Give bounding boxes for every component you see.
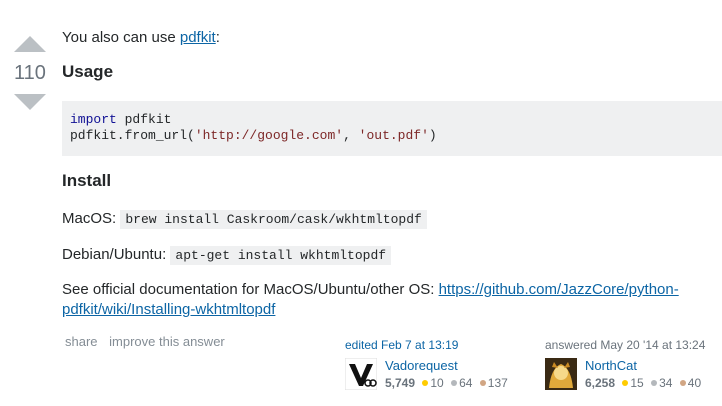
code-keyword: import (70, 112, 117, 127)
editor-username[interactable]: Vadorequest (385, 358, 458, 373)
gold-badge-count: 10 (430, 376, 444, 390)
macos-paragraph: MacOS: brew install Caskroom/cask/wkhtml… (62, 209, 427, 230)
vote-cell: 110 (8, 36, 52, 110)
code-text: pdfkit (116, 112, 172, 127)
code-string: 'http://google.com' (194, 128, 344, 143)
vote-count: 110 (14, 62, 46, 84)
silver-badge-icon (451, 380, 458, 386)
post-menu: share improve this answer (65, 334, 233, 349)
docs-paragraph: See official documentation for MacOS/Ubu… (62, 280, 679, 320)
reputation-score: 6,258 (585, 376, 616, 390)
reputation-score: 5,749 (385, 376, 416, 390)
silver-badge-count: 64 (459, 376, 473, 390)
code-line-1: import pdfkit (70, 112, 714, 128)
docs-link-continued[interactable]: pdfkit/wiki/Installing-wkhtmltopdf (62, 301, 275, 318)
intro-text: You also can use (62, 29, 180, 46)
author-signature: answered May 20 '14 at 13:24 NorthCat 6,… (545, 338, 715, 390)
downvote-arrow-icon[interactable] (14, 94, 46, 110)
gold-badge-count: 15 (630, 376, 644, 390)
usage-code-block: import pdfkit pdfkit.from_url('http://go… (62, 101, 722, 156)
answered-time: answered May 20 '14 at 13:24 (545, 338, 706, 352)
editor-avatar[interactable] (345, 358, 377, 390)
edited-time-link[interactable]: edited Feb 7 at 13:19 (345, 338, 515, 352)
upvote-arrow-icon[interactable] (14, 36, 46, 52)
install-heading: Install (62, 171, 112, 190)
code-text: , (343, 128, 359, 143)
debian-label: Debian/Ubuntu: (62, 246, 167, 263)
editor-reputation: 5,749 10 64 137 (385, 376, 508, 390)
usage-heading: Usage (62, 62, 114, 81)
debian-command: apt-get install wkhtmltopdf (170, 246, 392, 265)
author-username[interactable]: NorthCat (585, 358, 637, 373)
editor-signature: edited Feb 7 at 13:19 Vadorequest 5,749 … (345, 338, 515, 390)
silver-badge-count: 34 (659, 376, 673, 390)
improve-answer-link[interactable]: improve this answer (109, 334, 225, 349)
bronze-badge-count: 137 (487, 376, 508, 390)
bronze-badge-count: 40 (687, 376, 702, 390)
code-string: 'out.pdf' (358, 128, 429, 143)
pdfkit-link[interactable]: pdfkit (180, 29, 216, 46)
docs-link[interactable]: https://github.com/JazzCore/python- (439, 281, 679, 298)
macos-command: brew install Caskroom/cask/wkhtmltopdf (120, 210, 427, 229)
macos-label: MacOS: (62, 210, 117, 227)
bronze-badge-icon (679, 380, 686, 386)
code-line-2: pdfkit.from_url('http://google.com', 'ou… (70, 128, 714, 144)
intro-paragraph: You also can use pdfkit: (62, 28, 220, 48)
debian-paragraph: Debian/Ubuntu: apt-get install wkhtmltop… (62, 245, 392, 266)
code-text: ) (428, 128, 437, 143)
share-link[interactable]: share (65, 334, 98, 349)
bronze-badge-icon (479, 380, 486, 386)
author-reputation: 6,258 15 34 40 (585, 376, 701, 390)
intro-suffix: : (215, 29, 220, 46)
gold-badge-icon (422, 380, 429, 386)
gold-badge-icon (622, 380, 629, 386)
code-text: pdfkit.from_url( (70, 128, 195, 143)
docs-text: See official documentation for MacOS/Ubu… (62, 281, 439, 298)
author-avatar[interactable] (545, 358, 577, 390)
silver-badge-icon (651, 380, 658, 386)
